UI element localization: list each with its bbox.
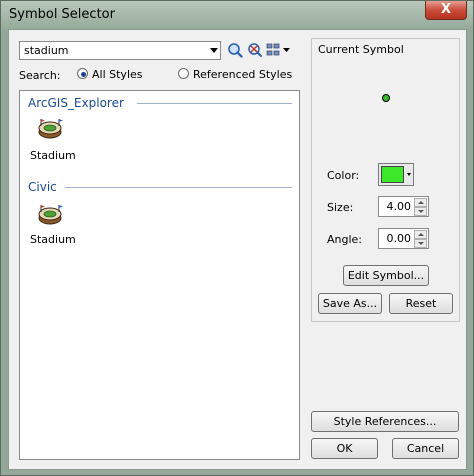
- group-header-civic: Civic: [28, 180, 57, 194]
- size-increment-button[interactable]: [414, 198, 427, 207]
- radio-circle[interactable]: [77, 68, 88, 79]
- radio-all-styles-label[interactable]: All Styles: [92, 68, 143, 81]
- color-swatch: [381, 166, 404, 183]
- save-as-button[interactable]: Save As...: [318, 293, 382, 314]
- color-label: Color:: [327, 169, 360, 182]
- radio-circle[interactable]: [178, 68, 189, 79]
- search-scope-label: Search:: [19, 69, 61, 82]
- angle-label: Angle:: [327, 233, 363, 246]
- symbol-selector-window: Symbol Selector X Search:: [0, 0, 474, 476]
- symbol-preview-point: [382, 94, 390, 102]
- stadium-icon[interactable]: [37, 202, 63, 226]
- radio-referenced-styles-label[interactable]: Referenced Styles: [193, 68, 292, 81]
- chevron-down-icon: [407, 173, 411, 176]
- search-input[interactable]: [22, 43, 206, 58]
- current-symbol-label: Current Symbol: [318, 43, 404, 56]
- close-icon: X: [440, 2, 452, 17]
- reset-button[interactable]: Reset: [389, 293, 453, 314]
- group-divider: [65, 187, 292, 188]
- current-symbol-panel: Current Symbol Color: Size: Angle: Edit …: [311, 38, 460, 322]
- ok-button[interactable]: OK: [311, 438, 378, 459]
- view-options-icon[interactable]: [266, 42, 282, 58]
- color-picker-button[interactable]: [378, 163, 414, 186]
- symbol-item-label[interactable]: Stadium: [30, 233, 76, 246]
- radio-selected-dot: [81, 72, 86, 77]
- angle-decrement-button[interactable]: [414, 239, 427, 248]
- close-button[interactable]: X: [425, 1, 467, 20]
- size-stepper[interactable]: [378, 196, 429, 217]
- angle-increment-button[interactable]: [414, 230, 427, 239]
- title-bar[interactable]: Symbol Selector X: [1, 1, 473, 29]
- search-combobox[interactable]: [19, 41, 221, 60]
- size-label: Size:: [327, 201, 354, 214]
- edit-symbol-button[interactable]: Edit Symbol...: [343, 265, 429, 286]
- size-decrement-button[interactable]: [414, 207, 427, 216]
- search-icon[interactable]: [227, 42, 243, 58]
- view-dropdown-chevron-icon[interactable]: [282, 42, 291, 58]
- stadium-icon[interactable]: [37, 116, 63, 140]
- angle-stepper[interactable]: [378, 228, 429, 249]
- group-divider: [137, 103, 292, 104]
- dialog-client-area: Search: All Styles Referenced Styles Arc…: [8, 29, 467, 470]
- angle-input[interactable]: [381, 231, 411, 246]
- group-header-arcgis-explorer: ArcGIS_Explorer: [28, 96, 124, 110]
- size-input[interactable]: [381, 199, 411, 214]
- style-references-button[interactable]: Style References...: [311, 411, 459, 432]
- refresh-search-icon[interactable]: [247, 42, 263, 58]
- symbol-list-panel[interactable]: ArcGIS_Explorer Stadium Civic Stadium: [19, 90, 300, 460]
- chevron-down-icon[interactable]: [210, 48, 218, 53]
- cancel-button[interactable]: Cancel: [392, 438, 459, 459]
- symbol-item-label[interactable]: Stadium: [30, 149, 76, 162]
- window-title: Symbol Selector: [9, 7, 115, 22]
